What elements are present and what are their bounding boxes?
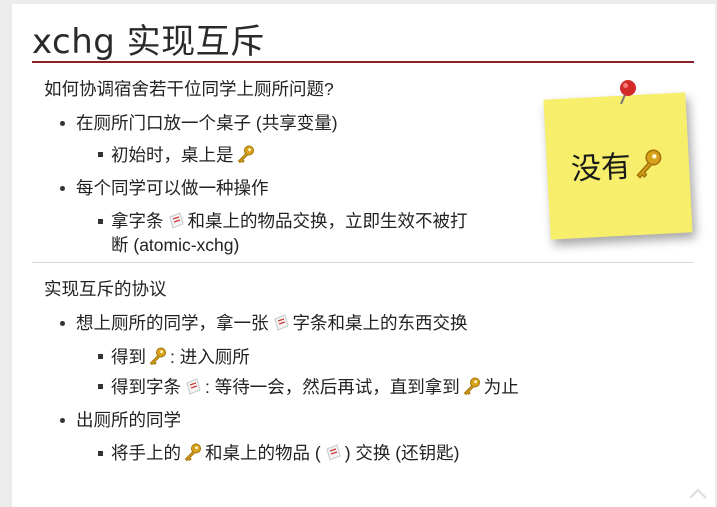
bullet xyxy=(60,121,65,126)
sub-bullet-exchange-cont: 断 (atomic-xchg) xyxy=(111,235,240,255)
paper-note-icon xyxy=(184,378,202,401)
return-key-prefix: 将手上的 xyxy=(111,443,181,463)
get-note-mid: : 等待一会，然后再试，直到拿到 xyxy=(205,377,460,397)
bullet-operation: 每个同学可以做一种操作 xyxy=(76,178,269,198)
push-pin-icon xyxy=(620,80,636,105)
sub-bullet xyxy=(98,219,103,224)
sub-bullet xyxy=(98,384,103,389)
bullet-leave-toilet: 出厕所的同学 xyxy=(76,410,181,430)
bullet xyxy=(60,321,65,326)
return-key-mid: 和桌上的物品 ( xyxy=(205,443,321,463)
title-underline xyxy=(32,61,694,63)
key-icon xyxy=(462,376,482,401)
sub-bullet xyxy=(98,451,103,456)
bullet xyxy=(60,418,65,423)
sticky-note-text: 没有 xyxy=(570,139,668,191)
get-note-prefix: 得到字条 xyxy=(111,377,181,397)
key-icon xyxy=(236,144,256,169)
sticky-label: 没有 xyxy=(570,150,632,187)
key-icon xyxy=(183,442,203,467)
section2-heading: 实现互斥的协议 xyxy=(44,279,167,299)
key-icon xyxy=(632,147,666,189)
sub-bullet-return-key: 将手上的 和桌上的物品 ( ) 交换 (还钥匙) xyxy=(111,440,459,467)
get-key-text: : 进入厕所 xyxy=(170,347,250,367)
initial-text: 初始时，桌上是 xyxy=(111,145,234,165)
slide-corner-mark xyxy=(689,488,707,499)
exchange-text-a: 拿字条 xyxy=(111,211,164,231)
sticky-note: 没有 xyxy=(543,92,693,240)
slide-title: xchg 实现互斥 xyxy=(32,22,265,62)
want-text-a: 想上厕所的同学，拿一张 xyxy=(76,313,269,333)
sub-bullet xyxy=(98,152,103,157)
return-key-end: ) 交换 (还钥匙) xyxy=(344,443,460,463)
bullet-want-toilet: 想上厕所的同学，拿一张 字条和桌上的东西交换 xyxy=(76,310,468,337)
get-key-prefix: 得到 xyxy=(111,347,146,367)
paper-note-icon xyxy=(324,444,342,467)
sub-bullet-initial: 初始时，桌上是 xyxy=(111,142,258,169)
section1-heading: 如何协调宿舍若干位同学上厕所问题? xyxy=(44,79,334,99)
sub-bullet-get-key: 得到 : 进入厕所 xyxy=(111,344,250,371)
sub-bullet-get-note: 得到字条 : 等待一会，然后再试，直到拿到 为止 xyxy=(111,374,519,401)
exchange-text-b: 和桌上的物品交换，立即生效不被打 xyxy=(187,211,468,231)
bullet-shared-table: 在厕所门口放一个桌子 (共享变量) xyxy=(76,113,338,133)
key-icon xyxy=(148,346,168,371)
get-note-end: 为止 xyxy=(483,377,519,397)
bullet xyxy=(60,186,65,191)
section-divider xyxy=(32,262,694,263)
paper-note-icon xyxy=(272,314,290,337)
want-text-b: 字条和桌上的东西交换 xyxy=(292,313,468,333)
sub-bullet-exchange: 拿字条 和桌上的物品交换，立即生效不被打 xyxy=(111,208,468,235)
sub-bullet xyxy=(98,354,103,359)
